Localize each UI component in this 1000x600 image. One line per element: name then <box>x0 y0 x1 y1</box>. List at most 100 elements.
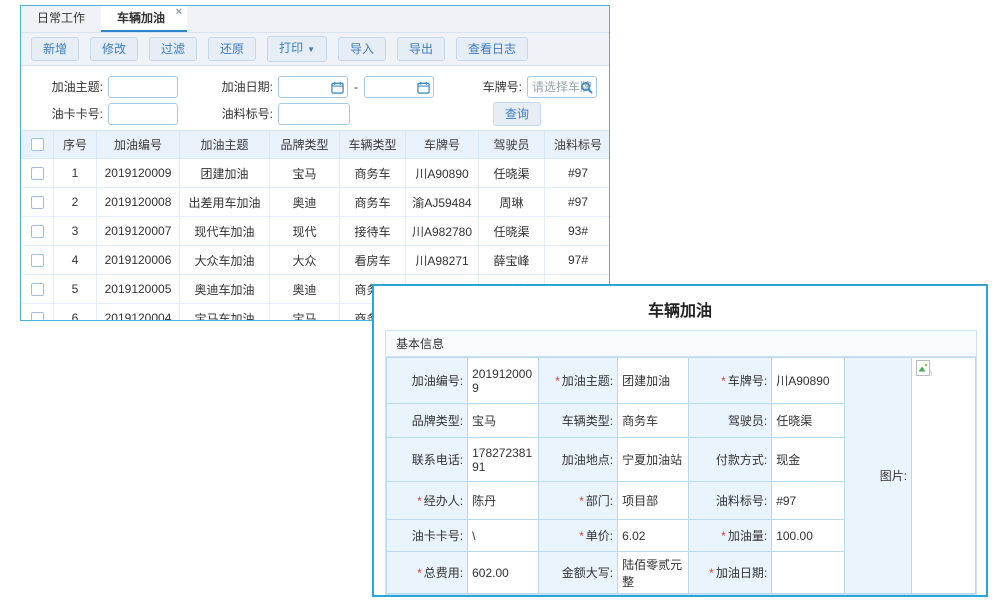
col-header-grade: 油料标号 <box>545 131 611 159</box>
cell-topic[interactable]: 团建加油 <box>180 159 270 188</box>
restore-button[interactable]: 还原 <box>208 37 256 61</box>
cell-driver[interactable]: 周琳 <box>479 188 545 217</box>
field-value-phone: 17827238191 <box>468 438 539 482</box>
tab-vehicle-refuel[interactable]: 车辆加油 × <box>101 6 187 32</box>
select-all-checkbox[interactable] <box>31 138 44 151</box>
table-row: 2 2019120008 出差用车加油 奥迪 商务车 渝AJ59484 周琳 #… <box>22 188 611 217</box>
search-icon[interactable] <box>580 81 593 94</box>
field-label: *车牌号: <box>689 358 772 404</box>
field-label: 金额大写: <box>539 552 618 594</box>
field-label: *单价: <box>539 520 618 552</box>
field-label: 品牌类型: <box>387 404 468 438</box>
calendar-icon[interactable] <box>417 81 430 94</box>
cell-driver[interactable]: 任晓渠 <box>479 217 545 246</box>
field-value-vehicle-type: 商务车 <box>618 404 689 438</box>
print-button[interactable]: 打印▼ <box>267 36 327 62</box>
cell-refuel-no[interactable]: 2019120006 <box>97 246 180 275</box>
tab-daily-work[interactable]: 日常工作 <box>21 6 101 32</box>
table-header-row: 序号 加油编号 加油主题 品牌类型 车辆类型 车牌号 驾驶员 油料标号 <box>22 131 611 159</box>
row-checkbox[interactable] <box>31 312 44 322</box>
cell-refuel-no[interactable]: 2019120004 <box>97 304 180 322</box>
refuel-detail-modal: 车辆加油 基本信息 加油编号: 2019120009 *加油主题: 团建加油 *… <box>372 284 988 597</box>
broken-image-icon <box>916 360 932 376</box>
row-checkbox[interactable] <box>31 167 44 180</box>
cell-index: 3 <box>54 217 97 246</box>
grade-input[interactable] <box>278 103 350 125</box>
chevron-down-icon: ▼ <box>307 45 315 54</box>
col-header-plate: 车牌号 <box>406 131 479 159</box>
required-marker: * <box>417 494 422 508</box>
cell-refuel-no[interactable]: 2019120005 <box>97 275 180 304</box>
vehicle-refuel-window: 日常工作 车辆加油 × 新增 修改 过滤 还原 打印▼ 导入 导出 查看日志 加… <box>20 5 610 321</box>
cell-topic[interactable]: 出差用车加油 <box>180 188 270 217</box>
query-button[interactable]: 查询 <box>493 102 541 126</box>
tab-vehicle-refuel-label: 车辆加油 <box>117 11 165 25</box>
topic-label: 加油主题: <box>21 78 103 95</box>
col-header-vehicle-type: 车辆类型 <box>340 131 406 159</box>
cell-brand: 现代 <box>270 217 340 246</box>
add-button[interactable]: 新增 <box>31 37 79 61</box>
field-label: 油料标号: <box>689 482 772 520</box>
cell-topic[interactable]: 宝马车加油 <box>180 304 270 322</box>
import-button[interactable]: 导入 <box>338 37 386 61</box>
tab-close-icon[interactable]: × <box>176 6 182 19</box>
date-range-separator: - <box>354 80 358 94</box>
edit-button[interactable]: 修改 <box>90 37 138 61</box>
field-label: 联系电话: <box>387 438 468 482</box>
cell-topic[interactable]: 大众车加油 <box>180 246 270 275</box>
field-value-refuel-no: 2019120009 <box>468 358 539 404</box>
cell-brand: 奥迪 <box>270 188 340 217</box>
field-value-plate: 川A90890 <box>772 358 845 404</box>
export-button[interactable]: 导出 <box>397 37 445 61</box>
cell-plate[interactable]: 渝AJ59484 <box>406 188 479 217</box>
col-header-refuel-no: 加油编号 <box>97 131 180 159</box>
cell-refuel-no[interactable]: 2019120008 <box>97 188 180 217</box>
view-log-button[interactable]: 查看日志 <box>456 37 528 61</box>
field-value-grade: #97 <box>772 482 845 520</box>
field-label: 油卡卡号: <box>387 520 468 552</box>
field-value-payment: 现金 <box>772 438 845 482</box>
field-value-unit-price: 6.02 <box>618 520 689 552</box>
cell-plate[interactable]: 川A98271 <box>406 246 479 275</box>
cell-plate[interactable]: 川A90890 <box>406 159 479 188</box>
date-label: 加油日期: <box>193 78 273 95</box>
topic-input[interactable] <box>108 76 178 98</box>
required-marker: * <box>721 529 726 543</box>
cell-refuel-no[interactable]: 2019120009 <box>97 159 180 188</box>
cell-vehicle-type: 商务车 <box>340 188 406 217</box>
field-label: 加油编号: <box>387 358 468 404</box>
image-cell <box>912 358 976 594</box>
field-value-station: 宁夏加油站 <box>618 438 689 482</box>
grade-label: 油料标号: <box>193 105 273 122</box>
plate-label: 车牌号: <box>462 78 522 95</box>
cell-index: 5 <box>54 275 97 304</box>
cell-driver[interactable]: 薛宝峰 <box>479 246 545 275</box>
table-row: 3 2019120007 现代车加油 现代 接待车 川A982780 任晓渠 9… <box>22 217 611 246</box>
row-checkbox[interactable] <box>31 225 44 238</box>
row-checkbox[interactable] <box>31 254 44 267</box>
calendar-icon[interactable] <box>331 81 344 94</box>
field-value-total-cost: 602.00 <box>468 552 539 594</box>
field-value-driver: 任晓渠 <box>772 404 845 438</box>
cell-plate[interactable]: 川A982780 <box>406 217 479 246</box>
row-checkbox[interactable] <box>31 196 44 209</box>
filter-button[interactable]: 过滤 <box>149 37 197 61</box>
card-input[interactable] <box>108 103 178 125</box>
detail-form-table: 加油编号: 2019120009 *加油主题: 团建加油 *车牌号: 川A908… <box>386 357 976 594</box>
field-label: 付款方式: <box>689 438 772 482</box>
cell-topic[interactable]: 奥迪车加油 <box>180 275 270 304</box>
field-label: 加油地点: <box>539 438 618 482</box>
cell-topic[interactable]: 现代车加油 <box>180 217 270 246</box>
cell-index: 2 <box>54 188 97 217</box>
field-value-card-no: \ <box>468 520 539 552</box>
col-header-index: 序号 <box>54 131 97 159</box>
field-value-topic: 团建加油 <box>618 358 689 404</box>
cell-grade: #97 <box>545 159 611 188</box>
cell-driver[interactable]: 任晓渠 <box>479 159 545 188</box>
basic-info-header: 基本信息 <box>386 331 976 357</box>
cell-refuel-no[interactable]: 2019120007 <box>97 217 180 246</box>
field-label: *加油日期: <box>689 552 772 594</box>
field-value-amount-in-words: 陆佰零贰元整 <box>618 552 689 594</box>
row-checkbox[interactable] <box>31 283 44 296</box>
field-value-department: 项目部 <box>618 482 689 520</box>
